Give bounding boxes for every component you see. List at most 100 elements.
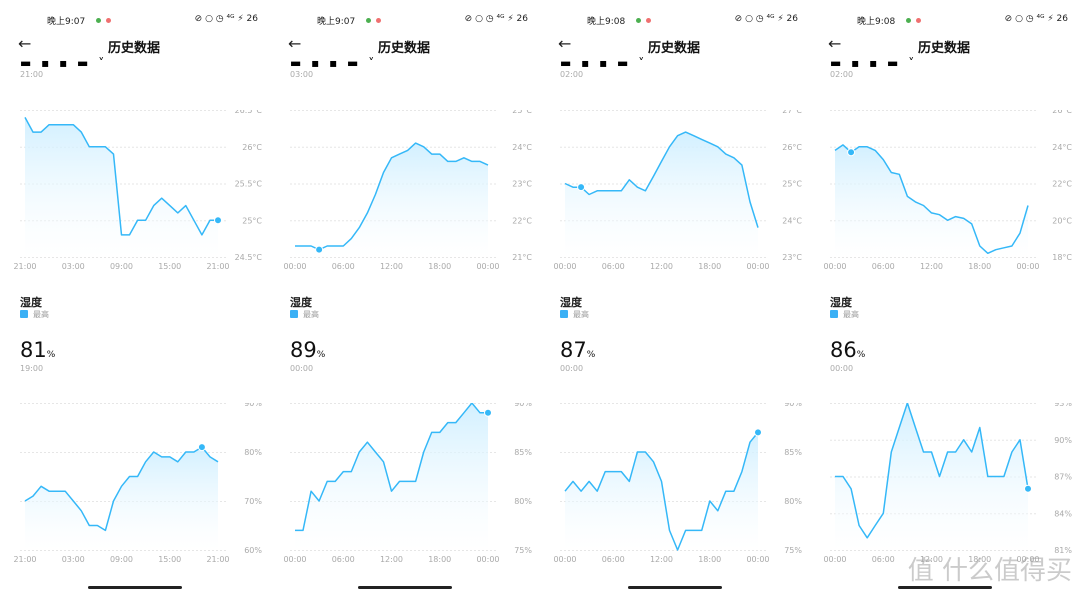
status-icons: ⊘ ○ ◷ ⁴ᴳ ⚡ 26	[734, 14, 798, 24]
y-tick-label: 24.5°C	[235, 253, 263, 262]
selected-point-marker	[847, 148, 856, 157]
legend-swatch-icon	[20, 310, 28, 318]
status-dot-green	[636, 18, 641, 23]
x-tick-label: 12:00	[380, 262, 403, 271]
x-tick-label: 12:00	[650, 262, 673, 271]
x-tick-label: 00:00	[553, 262, 576, 271]
humidity-number: 81	[20, 338, 47, 362]
x-tick-label: 00:00	[823, 555, 846, 564]
status-dot-red	[106, 18, 111, 23]
legend-swatch-icon	[830, 310, 838, 318]
status-dot-red	[916, 18, 921, 23]
y-tick-label: 24°C	[512, 143, 532, 152]
y-tick-label: 75%	[514, 546, 532, 555]
page-title: 历史数据	[107, 41, 160, 56]
x-tick-label: 00:00	[1016, 262, 1039, 271]
legend-max[interactable]: 最高	[830, 309, 859, 320]
legend-max[interactable]: 最高	[20, 309, 49, 320]
x-tick-label: 06:00	[332, 555, 355, 564]
y-tick-label: 26.5°C	[235, 110, 263, 115]
phone-screen-3: 晚上9:08 ⊘ ○ ◷ ⁴ᴳ ⚡ 26 ← 历史数据 ▬ ▪ ▪ ▬ ˅ 02:00 27…	[540, 0, 808, 597]
area-fill	[295, 403, 488, 550]
selected-point-marker	[1024, 484, 1032, 493]
home-indicator[interactable]	[358, 586, 452, 589]
status-time: 晚上9:08	[587, 17, 626, 27]
humidity-time: 19:00	[20, 364, 44, 373]
home-indicator[interactable]	[628, 586, 722, 589]
x-tick-label: 00:00	[746, 262, 769, 271]
temperature-time: 21:00	[20, 70, 44, 79]
temp_chart-chart: 26°C 24°C 22°C 20°C 18°C 00:00 06:00 12:00 18:00…	[823, 110, 1072, 271]
humidity-number: 89	[290, 338, 317, 362]
x-tick-label: 00:00	[746, 555, 769, 564]
y-tick-label: 90%	[244, 403, 262, 408]
x-tick-label: 06:00	[602, 262, 625, 271]
y-tick-label: 21°C	[512, 253, 532, 262]
status-icons: ⊘ ○ ◷ ⁴ᴳ ⚡ 26	[194, 14, 258, 24]
x-tick-label: 21:00	[206, 555, 229, 564]
status-dot-green	[906, 18, 911, 23]
humidity-title: 湿度	[290, 296, 312, 309]
temperature-time: 03:00	[290, 70, 314, 79]
x-tick-label: 12:00	[920, 262, 943, 271]
humidity-number: 87	[560, 338, 587, 362]
legend-max[interactable]: 最高	[290, 309, 319, 320]
x-tick-label: 06:00	[872, 262, 895, 271]
x-tick-label: 00:00	[476, 262, 499, 271]
y-tick-label: 18°C	[1052, 253, 1072, 262]
humidity-title: 湿度	[560, 296, 582, 309]
humidity-title: 湿度	[20, 296, 42, 309]
y-tick-label: 80%	[784, 497, 802, 506]
temp_chart-chart: 25°C 24°C 23°C 22°C 21°C 00:00 06:00 12:00 18:00…	[283, 110, 532, 271]
x-tick-label: 06:00	[332, 262, 355, 271]
x-tick-label: 00:00	[823, 262, 846, 271]
y-tick-label: 26°C	[1052, 110, 1072, 115]
humidity-time: 00:00	[290, 364, 314, 373]
humidity-value: 89%	[290, 338, 325, 362]
x-tick-label: 12:00	[380, 555, 403, 564]
status-time: 晚上9:07	[317, 17, 356, 27]
hum_chart-chart: 93%90%87%84%81%00:00 06:00 12:00 18:00 00:00	[823, 403, 1072, 564]
temp_chart-chart: 26.5°C 26°C 25.5°C 25°C 24.5°C 21:00 03:00 09:0…	[13, 110, 263, 271]
humidity-time: 00:00	[830, 364, 854, 373]
y-tick-label: 26°C	[242, 143, 262, 152]
page-title: 历史数据	[647, 41, 700, 56]
humidity-unit: %	[46, 350, 56, 360]
temperature-value-cut: ▬ ▪ ▪ ▬ ˅	[20, 56, 108, 70]
area-fill	[25, 117, 218, 258]
x-tick-label: 00:00	[553, 555, 576, 564]
y-tick-label: 20°C	[1052, 216, 1072, 225]
y-tick-label: 27°C	[782, 110, 802, 115]
status-dot-green	[96, 18, 101, 23]
selected-point-marker	[315, 245, 324, 254]
y-tick-label: 24°C	[1052, 143, 1072, 152]
x-tick-label: 21:00	[206, 262, 229, 271]
x-tick-label: 21:00	[13, 555, 36, 564]
legend-max[interactable]: 最高	[560, 309, 589, 320]
phone-screen-1: 晚上9:07 ⊘ ○ ◷ ⁴ᴳ ⚡ 26 ← 历史数据 ▬ ▪ ▪ ▬ ˅ 21:00 26…	[0, 0, 268, 597]
temperature-value-cut: ▬ ▪ ▪ ▬ ˅	[830, 56, 918, 70]
home-indicator[interactable]	[88, 586, 182, 589]
humidity-title: 湿度	[830, 296, 852, 309]
selected-point-marker	[754, 428, 762, 437]
y-tick-label: 84%	[1054, 509, 1072, 518]
y-tick-label: 90%	[514, 403, 532, 408]
humidity-unit: %	[856, 350, 866, 360]
y-tick-label: 23°C	[512, 180, 532, 189]
legend-label: 最高	[33, 310, 49, 319]
status-icons: ⊘ ○ ◷ ⁴ᴳ ⚡ 26	[464, 14, 528, 24]
area-fill	[25, 447, 218, 550]
selected-point-marker	[577, 183, 586, 192]
humidity-number: 86	[830, 338, 857, 362]
temperature-time: 02:00	[830, 70, 854, 79]
legend-swatch-icon	[290, 310, 298, 318]
selected-point-marker	[484, 408, 492, 417]
x-tick-label: 15:00	[158, 262, 181, 271]
phone-screen-4: 晚上9:08 ⊘ ○ ◷ ⁴ᴳ ⚡ 26 ← 历史数据 ▬ ▪ ▪ ▬ ˅ 02:00 26…	[810, 0, 1078, 597]
x-tick-label: 00:00	[283, 262, 306, 271]
status-time: 晚上9:07	[47, 17, 86, 27]
legend-label: 最高	[303, 310, 319, 319]
x-tick-label: 09:00	[110, 262, 133, 271]
y-tick-label: 60%	[244, 546, 262, 555]
status-icons: ⊘ ○ ◷ ⁴ᴳ ⚡ 26	[1004, 14, 1068, 24]
